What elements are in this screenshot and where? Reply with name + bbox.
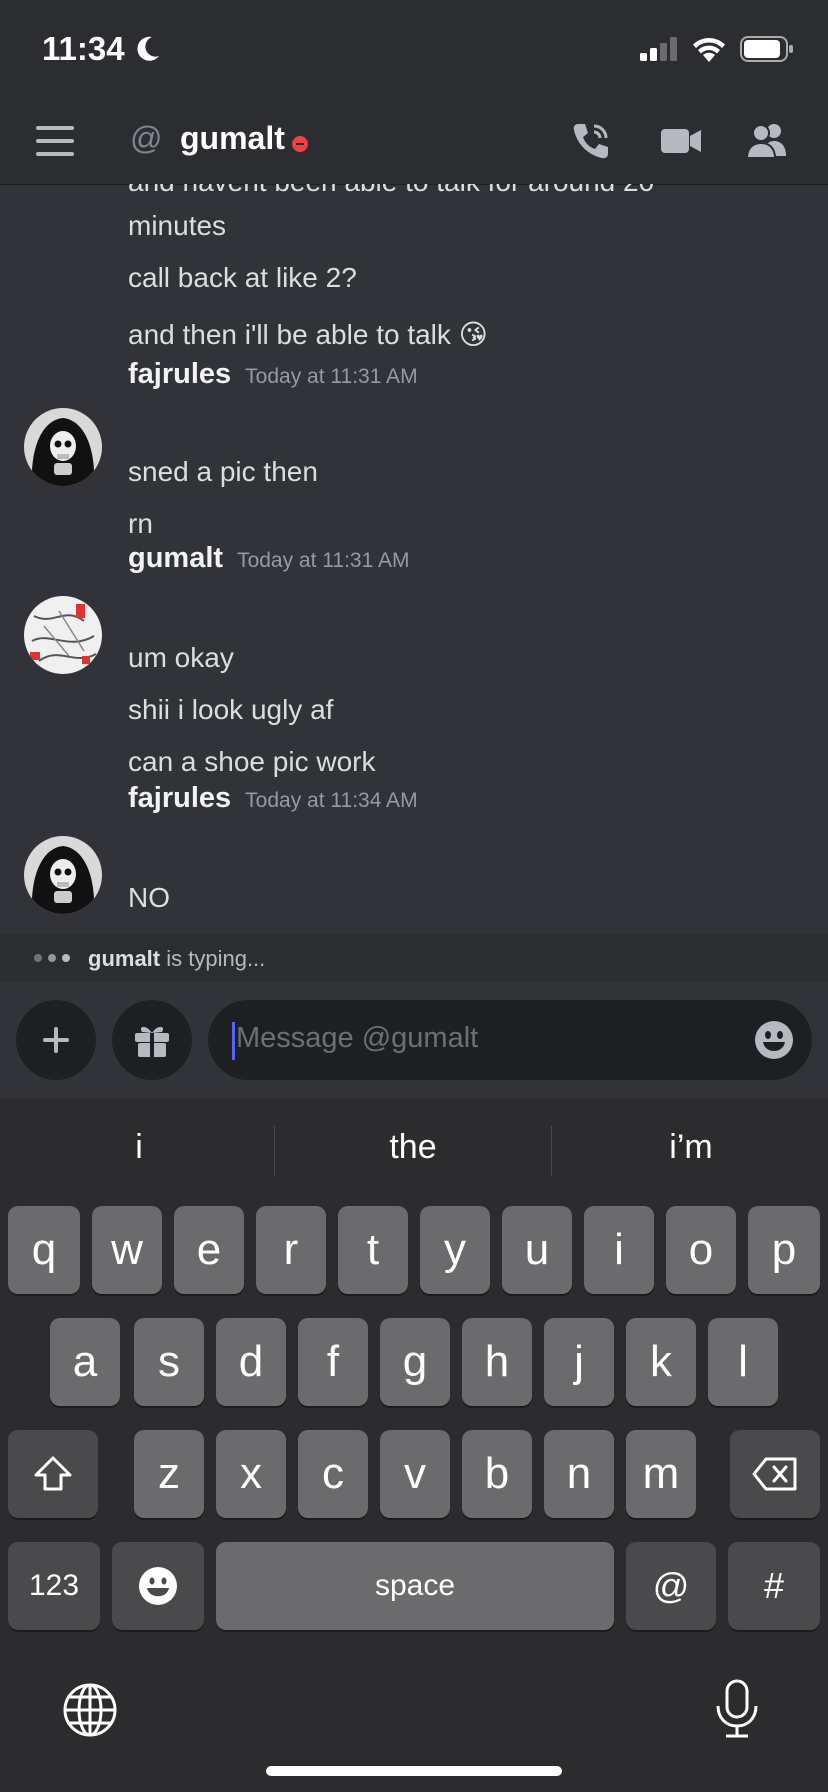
dnd-status-icon [292,136,308,152]
home-indicator[interactable] [266,1766,562,1776]
key-n[interactable]: n [544,1430,614,1518]
gift-icon [135,1026,169,1057]
predictive-bar: i the i’m [0,1098,828,1202]
avatar-gumalt[interactable] [24,596,102,674]
typing-user: gumalt [88,946,161,971]
key-e[interactable]: e [174,1206,244,1294]
message-text: and havent been able to talk for around … [128,184,654,198]
plus-icon [43,1027,69,1053]
message-timestamp: Today at 11:34 AM [245,789,418,812]
key-c[interactable]: c [298,1430,368,1518]
sketch-avatar-image [24,596,102,674]
suggestion-item[interactable]: i [4,1128,274,1167]
key-l[interactable]: l [708,1318,778,1406]
battery-icon [740,36,793,62]
text-caret [232,1022,235,1060]
globe-icon[interactable] [62,1682,118,1738]
key-v[interactable]: v [380,1430,450,1518]
message-text: minutes [128,210,227,241]
key-b[interactable]: b [462,1430,532,1518]
key-j[interactable]: j [544,1318,614,1406]
message-placeholder: Message @gumalt [236,1022,479,1054]
message-text: can a shoe pic work [128,746,376,777]
key-m[interactable]: m [626,1430,696,1518]
emoji-key[interactable] [112,1542,204,1630]
message-text: and then i'll be able to talk 😘 [128,319,488,350]
message-text: NO [128,882,170,913]
skull-avatar-image [24,408,102,486]
key-d[interactable]: d [216,1318,286,1406]
key-k[interactable]: k [626,1318,696,1406]
key-g[interactable]: g [380,1318,450,1406]
status-time: 11:34 [42,30,125,67]
message-text: rn [128,508,153,539]
chat-header: @ gumalt [0,100,828,185]
key-i[interactable]: i [584,1206,654,1294]
voice-call-icon[interactable] [570,120,612,162]
avatar-fajrules[interactable] [24,408,102,486]
moon-icon [137,36,159,61]
numbers-key[interactable]: 123 [8,1542,100,1630]
shift-icon [34,1456,72,1491]
channel-name[interactable]: gumalt [180,120,285,157]
at-key[interactable]: @ [626,1542,716,1630]
avatar-fajrules[interactable] [24,836,102,914]
message-author[interactable]: fajrules Today at 11:31 AM [128,358,418,391]
space-key[interactable]: space [216,1542,614,1630]
menu-icon[interactable] [36,126,74,156]
members-icon[interactable] [746,120,790,162]
at-icon: @ [130,120,163,156]
message-composer: Message @gumalt [0,982,828,1098]
video-call-icon[interactable] [660,120,702,162]
typing-label: is typing... [160,946,266,971]
cellular-signal-icon [640,37,677,61]
microphone-icon[interactable] [712,1678,762,1740]
key-r[interactable]: r [256,1206,326,1294]
wifi-icon [693,38,725,62]
shift-key[interactable] [8,1430,98,1518]
backspace-icon [752,1457,797,1491]
emoji-picker-icon[interactable] [754,1020,794,1060]
suggestion-item[interactable]: i’m [556,1128,826,1167]
key-p[interactable]: p [748,1206,820,1294]
key-y[interactable]: y [420,1206,490,1294]
message-input[interactable]: Message @gumalt [208,1000,812,1080]
typing-dots-icon [34,954,70,962]
key-x[interactable]: x [216,1430,286,1518]
message-author[interactable]: gumalt Today at 11:31 AM [128,542,409,575]
suggestion-item[interactable]: the [278,1128,548,1167]
key-f[interactable]: f [298,1318,368,1406]
key-z[interactable]: z [134,1430,204,1518]
key-o[interactable]: o [666,1206,736,1294]
message-text: call back at like 2? [128,262,357,293]
message-text: shii i look ugly af [128,694,334,725]
key-h[interactable]: h [462,1318,532,1406]
key-u[interactable]: u [502,1206,572,1294]
key-t[interactable]: t [338,1206,408,1294]
typing-indicator: gumalt is typing... [0,934,828,982]
status-bar: 11:34 [0,0,828,100]
message-author[interactable]: fajrules Today at 11:34 AM [128,782,418,815]
key-a[interactable]: a [50,1318,120,1406]
add-attachment-button[interactable] [16,1000,96,1080]
message-text: sned a pic then [128,456,318,487]
skull-avatar-image [24,836,102,914]
message-timestamp: Today at 11:31 AM [237,549,410,572]
ios-keyboard: i the i’m q w e r t y u i o p a s d f g … [0,1098,828,1792]
hash-key[interactable]: # [728,1542,820,1630]
message-text: um okay [128,642,234,673]
key-q[interactable]: q [8,1206,80,1294]
gift-button[interactable] [112,1000,192,1080]
message-list[interactable]: and havent been able to talk for around … [0,184,828,934]
key-w[interactable]: w [92,1206,162,1294]
emoji-icon [139,1567,177,1605]
key-s[interactable]: s [134,1318,204,1406]
message-timestamp: Today at 11:31 AM [245,365,418,388]
backspace-key[interactable] [730,1430,820,1518]
